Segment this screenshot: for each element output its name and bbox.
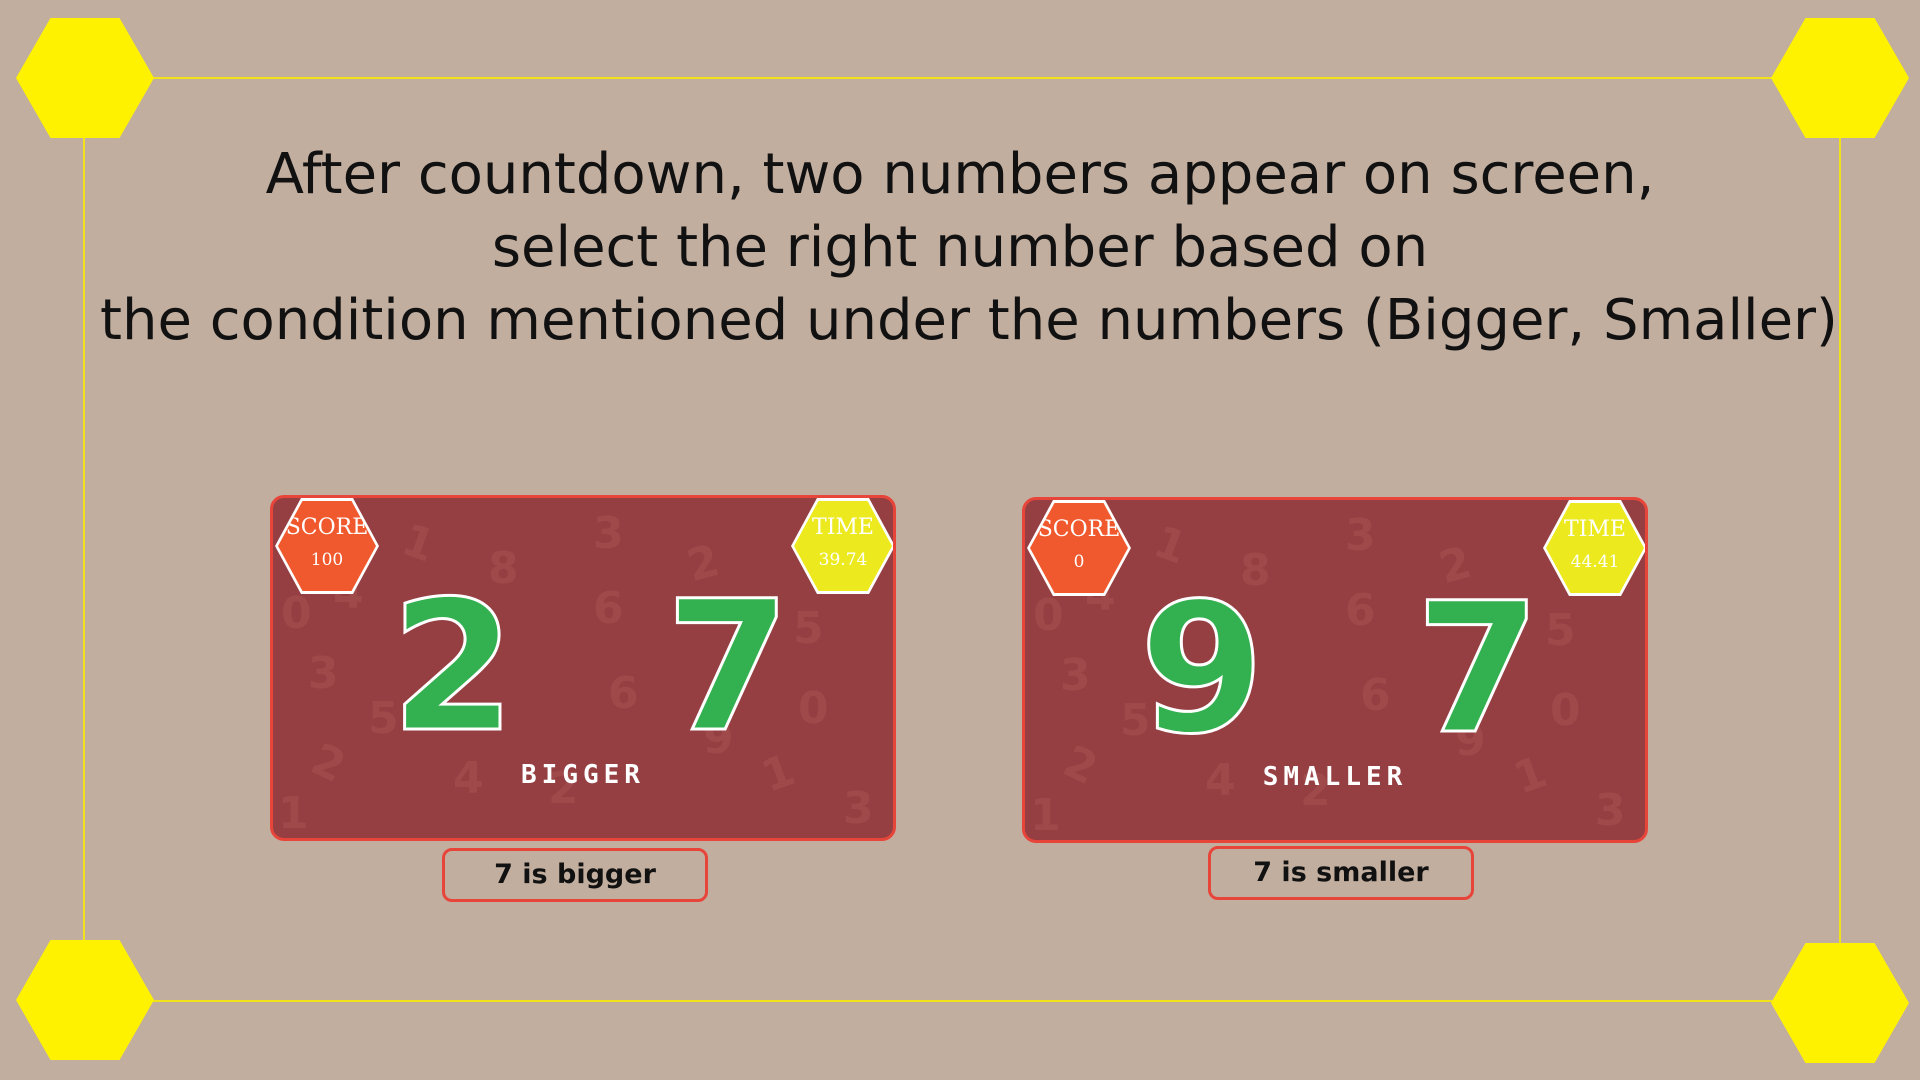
condition-label: BIGGER [521, 760, 645, 790]
instructions-line-3: the condition mentioned under the number… [100, 288, 1838, 353]
frame-left-line [83, 78, 85, 1001]
right-number-option[interactable]: 7 [1408, 578, 1548, 761]
example-caption-smaller: 7 is smaller [1208, 846, 1474, 900]
right-number-option[interactable]: 7 [658, 576, 798, 759]
game-screenshot-bigger: 1 3 2 8 4 0 6 5 3 5 0 6 9 2 4 2 1 3 1 SC… [270, 495, 896, 841]
left-number-option[interactable]: 9 [1132, 578, 1272, 761]
corner-hexagon-top-left [16, 18, 154, 138]
instructions-line-1: After countdown, two numbers appear on s… [265, 142, 1655, 207]
example-caption-bigger: 7 is bigger [442, 848, 708, 902]
corner-hexagon-bottom-right [1771, 943, 1909, 1063]
frame-top-line [84, 77, 1838, 79]
time-value: 44.41 [1570, 552, 1620, 572]
condition-label: SMALLER [1262, 762, 1408, 792]
time-value: 39.74 [818, 550, 868, 570]
score-value: 100 [310, 550, 344, 570]
instructions-line-2: select the right number based on [491, 215, 1429, 280]
game-screenshot-smaller: 1 3 2 8 4 0 6 5 3 5 0 6 9 2 4 2 1 3 1 SC… [1022, 497, 1648, 843]
corner-hexagon-top-right [1771, 18, 1909, 138]
frame-right-line [1839, 78, 1841, 1001]
instructions-text: After countdown, two numbers appear on s… [100, 138, 1838, 357]
corner-hexagon-bottom-left [16, 940, 154, 1060]
left-number-option[interactable]: 2 [383, 576, 523, 759]
score-value: 0 [1073, 552, 1085, 572]
frame-bottom-line [84, 1000, 1838, 1002]
